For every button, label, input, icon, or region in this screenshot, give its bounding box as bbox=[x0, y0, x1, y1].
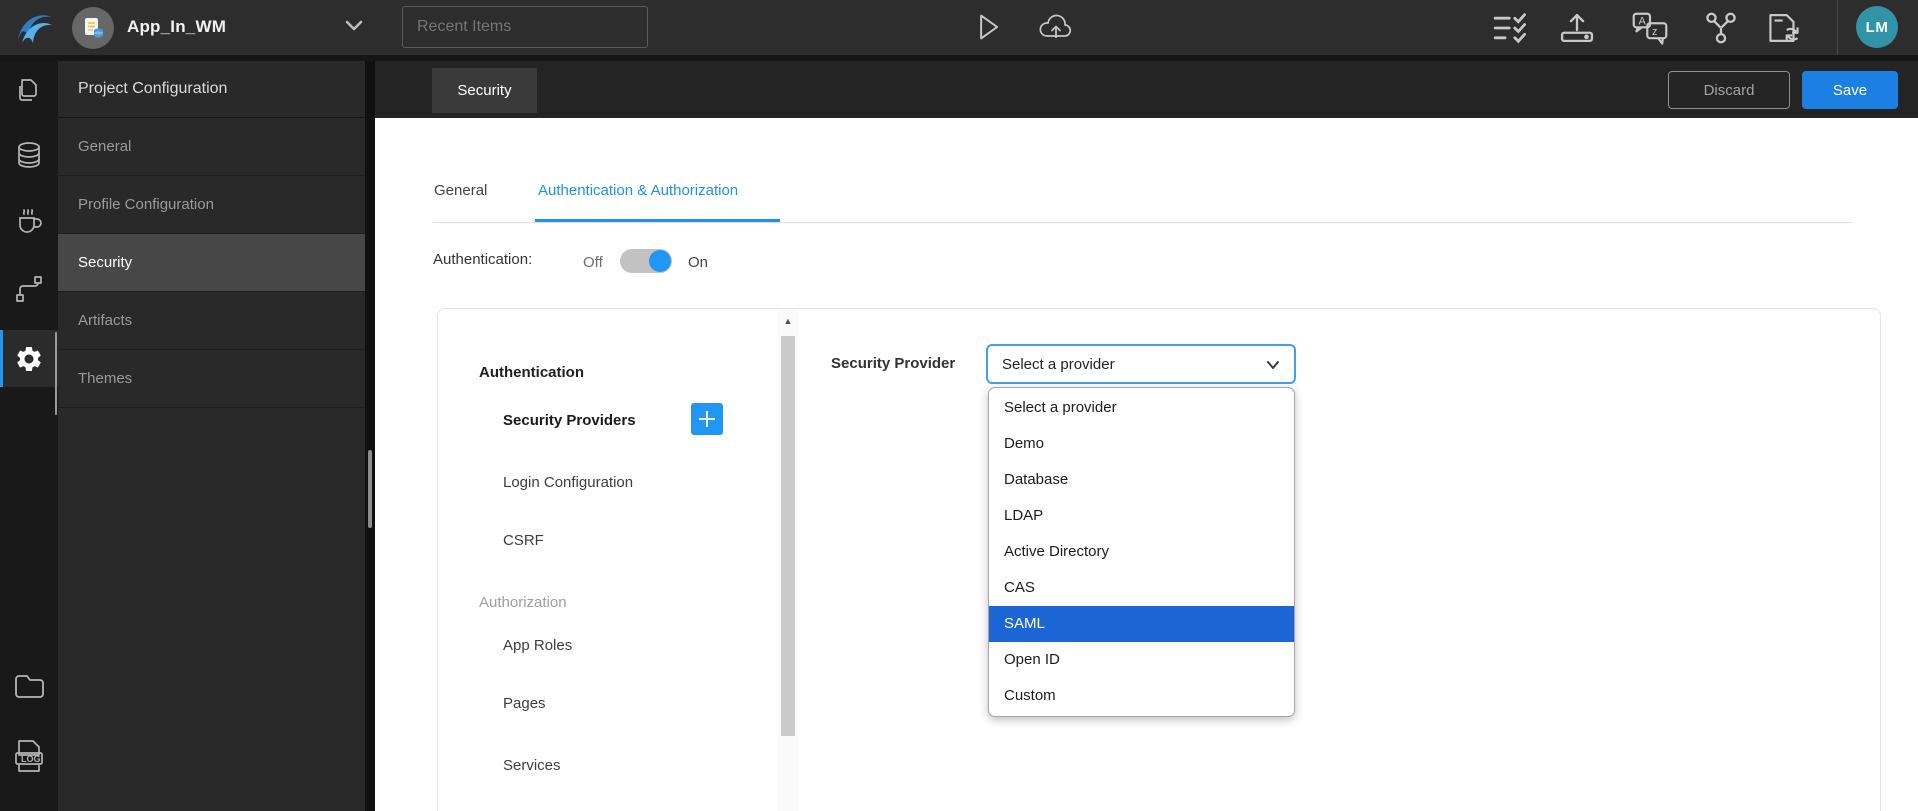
wavemaker-logo-icon[interactable] bbox=[10, 5, 56, 51]
subnav-item-services[interactable]: Services bbox=[503, 757, 561, 774]
tabs-divider-line bbox=[433, 222, 1852, 223]
subnav-item-pages[interactable]: Pages bbox=[503, 695, 546, 712]
doc-sync-icon[interactable] bbox=[1765, 11, 1803, 45]
svg-text:A: A bbox=[1638, 16, 1646, 28]
provider-option-database[interactable]: Database bbox=[989, 462, 1294, 498]
translate-chat-icon[interactable]: Az bbox=[1631, 11, 1669, 45]
project-config-sidebar: Project Configuration GeneralProfile Con… bbox=[58, 61, 365, 811]
subnav-item-security-providers[interactable]: Security Providers bbox=[503, 412, 636, 429]
database-icon[interactable] bbox=[0, 139, 58, 171]
topbar-divider bbox=[1837, 0, 1838, 55]
recent-items-input[interactable] bbox=[402, 6, 648, 48]
toggle-on-label: On bbox=[688, 254, 708, 271]
save-button[interactable]: Save bbox=[1802, 71, 1898, 109]
divider-scrollbar-thumb[interactable] bbox=[368, 450, 372, 528]
sidebar-item-general[interactable]: General bbox=[58, 118, 365, 176]
sidebar-item-security[interactable]: Security bbox=[58, 234, 365, 292]
api-connector-icon[interactable] bbox=[0, 273, 58, 305]
run-play-icon[interactable] bbox=[974, 11, 1002, 43]
deploy-cloud-upload-icon[interactable] bbox=[1038, 13, 1074, 41]
page-header-bar: Security Discard Save bbox=[375, 61, 1918, 118]
security-provider-select[interactable]: Select a provider bbox=[986, 344, 1296, 384]
publish-export-icon[interactable] bbox=[1558, 11, 1596, 45]
subnav-scrollbar-thumb[interactable] bbox=[781, 336, 795, 736]
subnav-item-app-roles[interactable]: App Roles bbox=[503, 637, 572, 654]
sidebar-item-themes[interactable]: Themes bbox=[58, 350, 365, 408]
svg-text:z: z bbox=[1652, 26, 1657, 38]
provider-option-active-directory[interactable]: Active Directory bbox=[989, 534, 1294, 570]
settings-gear-icon[interactable] bbox=[0, 344, 58, 374]
security-settings-card: Authentication Security Providers Login Co… bbox=[437, 308, 1881, 811]
provider-option-demo[interactable]: Demo bbox=[989, 426, 1294, 462]
subnav-scrollbar[interactable]: ▲ bbox=[778, 310, 798, 811]
select-current-value: Select a provider bbox=[1002, 356, 1115, 373]
left-icon-rail: LOG bbox=[0, 61, 58, 811]
provider-option-custom[interactable]: Custom bbox=[989, 678, 1294, 714]
provider-option-saml[interactable]: SAML bbox=[989, 606, 1294, 642]
checklist-icon[interactable] bbox=[1491, 11, 1533, 45]
svg-text:LOG: LOG bbox=[21, 754, 41, 764]
folder-icon[interactable] bbox=[0, 671, 58, 701]
authentication-toggle[interactable] bbox=[620, 249, 672, 273]
sidebar-main-divider bbox=[365, 61, 375, 811]
project-avatar-icon[interactable] bbox=[72, 7, 114, 49]
page-title: Security bbox=[432, 68, 537, 113]
provider-option-cas[interactable]: CAS bbox=[989, 570, 1294, 606]
share-network-icon[interactable] bbox=[1703, 11, 1739, 45]
tab-general[interactable]: General bbox=[434, 182, 487, 199]
tab-authentication-authorization[interactable]: Authentication & Authorization bbox=[538, 182, 738, 199]
java-services-icon[interactable] bbox=[0, 204, 58, 238]
toggle-off-label: Off bbox=[583, 254, 603, 271]
add-provider-button[interactable] bbox=[691, 403, 723, 435]
scrollbar-up-arrow[interactable]: ▲ bbox=[778, 316, 798, 326]
user-avatar[interactable]: LM bbox=[1856, 6, 1898, 48]
subnav-header-authentication: Authentication bbox=[479, 364, 584, 381]
rail-scrollbar-thumb[interactable] bbox=[55, 332, 57, 415]
subnav-item-csrf[interactable]: CSRF bbox=[503, 532, 544, 549]
subnav-item-login-configuration[interactable]: Login Configuration bbox=[503, 474, 633, 491]
log-file-icon[interactable]: LOG bbox=[0, 737, 58, 777]
sidebar-header: Project Configuration bbox=[58, 61, 365, 118]
pages-icon[interactable] bbox=[0, 76, 58, 106]
provider-option-open-id[interactable]: Open ID bbox=[989, 642, 1294, 678]
provider-dropdown-menu: Select a providerDemoDatabaseLDAPActive … bbox=[988, 387, 1295, 717]
project-title: App_In_WM bbox=[127, 17, 226, 37]
subnav-header-authorization: Authorization bbox=[479, 594, 567, 611]
provider-option-select-a-provider[interactable]: Select a provider bbox=[989, 390, 1294, 426]
discard-button[interactable]: Discard bbox=[1668, 71, 1790, 109]
select-chevron-down-icon bbox=[1264, 356, 1282, 374]
chevron-down-icon[interactable] bbox=[344, 19, 364, 33]
toggle-knob bbox=[649, 250, 671, 272]
sidebar-item-artifacts[interactable]: Artifacts bbox=[58, 292, 365, 350]
top-bar: App_In_WM Az LM bbox=[0, 0, 1918, 55]
provider-option-ldap[interactable]: LDAP bbox=[989, 498, 1294, 534]
security-provider-label: Security Provider bbox=[831, 355, 955, 372]
authentication-toggle-label: Authentication: bbox=[433, 251, 532, 268]
main-content: General Authentication & Authorization A… bbox=[375, 118, 1918, 811]
sidebar-item-profile-configuration[interactable]: Profile Configuration bbox=[58, 176, 365, 234]
